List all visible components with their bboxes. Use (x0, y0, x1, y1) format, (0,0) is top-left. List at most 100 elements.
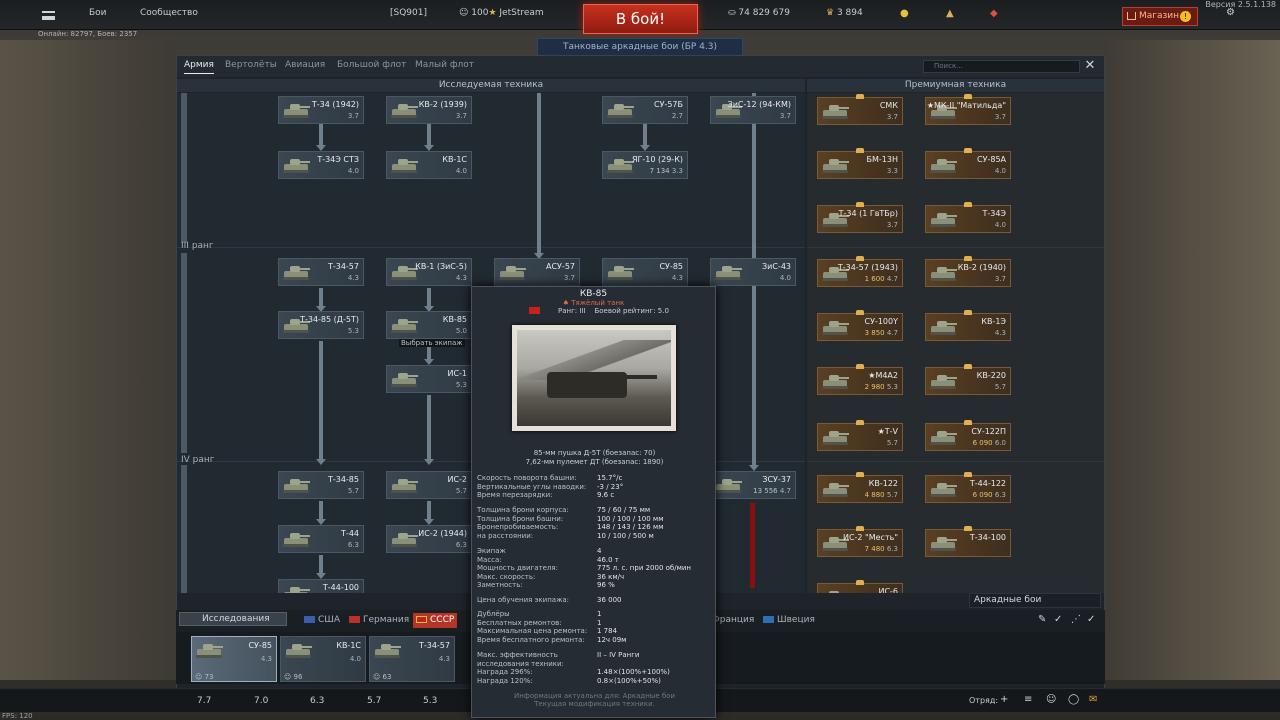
battles-menu[interactable]: Бои (89, 8, 107, 18)
vehicle-br: 5.7 (347, 487, 359, 495)
vehicle-card[interactable]: СУ-85 4.3 (602, 258, 688, 286)
vehicle-card[interactable]: Т-34-57 4.3 (278, 258, 364, 286)
community-menu[interactable]: Сообщество (140, 8, 198, 18)
crew-slot[interactable]: КВ-1С 4.0 ☺ 96 (280, 636, 366, 682)
premium-crown-icon (856, 148, 864, 153)
vehicle-name: ЯГ-10 (29-К) (631, 155, 683, 164)
list-icon[interactable]: ≡ (1024, 694, 1032, 705)
lightbulb-icon[interactable]: ● (900, 8, 909, 19)
vehicle-card[interactable]: ЗиС-43 4.0 (710, 258, 796, 286)
vehicle-card[interactable]: КВ-220 5.7 (925, 367, 1011, 395)
repair-all-icon[interactable]: ⋰ (1071, 614, 1081, 625)
rewards-icon[interactable]: ▲ (946, 8, 954, 19)
premium-crown-icon (856, 420, 864, 425)
vehicle-card[interactable]: Т-34Э СТЗ 4.0 (278, 151, 364, 179)
vehicle-card[interactable]: СУ-57Б 2.7 (602, 96, 688, 124)
battle-button[interactable]: В бой! (583, 4, 698, 34)
vehicle-card[interactable]: ЗСУ-37 13 556 4.7 (710, 471, 796, 499)
tab-coastal-fleet[interactable]: Малый флот (415, 60, 474, 70)
vehicle-card[interactable]: КВ-85 5.0 (386, 311, 472, 339)
chat-icon[interactable]: ◯ (1068, 694, 1079, 705)
tooltip-stat-row: Максимальная цена ремонта: 1 784 (477, 627, 618, 635)
premium-crown-icon (964, 94, 972, 99)
close-icon[interactable]: ✕ (1083, 59, 1097, 73)
vehicle-card[interactable]: ЯГ-10 (29-К) 7 134 3.3 (602, 151, 688, 179)
tank-icon (390, 530, 418, 548)
vehicle-card[interactable]: АСУ-57 3.7 (494, 258, 580, 286)
tab-bluewater-fleet[interactable]: Большой флот (337, 60, 406, 70)
game-mode-select[interactable]: Аркадные бои (969, 593, 1101, 608)
category-tabs: Армия Вертолёты Авиация Большой флот Мал… (177, 56, 1104, 77)
gold-eagle-icon: ♛ (826, 8, 837, 18)
vehicle-card[interactable]: ИС-2 "Месть" 7 480 6.3 (817, 529, 903, 557)
premium-crown-icon (856, 256, 864, 261)
tank-icon (714, 263, 742, 281)
tab-aviation[interactable]: Авиация (285, 60, 325, 70)
vehicle-card[interactable]: Т-44-100 (278, 579, 364, 593)
vehicle-card[interactable]: ★Т-V 5.7 (817, 423, 903, 451)
check-icon[interactable]: ✓ (1054, 614, 1062, 625)
crew-slot[interactable]: СУ-85 4.3 ☺ 73 (191, 636, 277, 682)
vehicle-card[interactable]: Т-44 6.3 (278, 525, 364, 553)
vehicle-br: 5.7 (994, 383, 1006, 391)
shop-button[interactable]: Магазин! (1122, 7, 1198, 26)
coupon-icon[interactable]: ◆ (990, 8, 998, 19)
gold-balance[interactable]: ♛ 3 894 (826, 8, 863, 18)
mail-icon[interactable]: ✉ (1089, 694, 1097, 705)
vehicle-br: 5.3 (347, 327, 359, 335)
vehicle-card[interactable]: Т-34-100 (925, 529, 1011, 557)
vehicle-card[interactable]: ИС-2 5.7 (386, 471, 472, 499)
hamburger-icon[interactable] (42, 11, 55, 20)
friends-icon[interactable]: ☺ (1046, 694, 1056, 705)
vehicle-card[interactable]: ★М4А2 2 980 5.3 (817, 367, 903, 395)
vehicle-name: КВ-1Э (981, 317, 1006, 326)
research-button[interactable]: Исследования (179, 612, 287, 626)
add-squad-icon[interactable]: + (1000, 694, 1008, 705)
vehicle-card[interactable]: Т-34-85 (Д-5Т) 5.3 (278, 311, 364, 339)
vehicle-card[interactable]: КВ-2 (1939) 3.7 (386, 96, 472, 124)
vehicle-card[interactable]: Т-44-122 6 090 6.3 (925, 475, 1011, 503)
tooltip-research-rewards: Макс. эффективность исследования техники… (477, 651, 712, 685)
vehicle-card[interactable]: ИС-2 (1944) 6.3 (386, 525, 472, 553)
vehicle-card[interactable]: ★МК-II "Матильда" 3.7 (925, 97, 1011, 125)
vehicle-card[interactable]: Т-34-57 (1943) 1 600 4.7 (817, 259, 903, 287)
nation-france[interactable]: Франция (712, 615, 754, 625)
vehicle-card[interactable]: КВ-1Э 4.3 (925, 313, 1011, 341)
vehicle-card[interactable]: СУ-85А 4.0 (925, 151, 1011, 179)
tooltip-stat-row: Макс. эффективность исследования техники… (477, 651, 640, 668)
search-input[interactable]: Поиск... (923, 60, 1080, 73)
tab-helicopters[interactable]: Вертолёты (225, 60, 277, 70)
squadron-tag[interactable]: [SQ901] (390, 8, 427, 18)
vehicle-name: КВ-220 (976, 371, 1006, 380)
nation-germany[interactable]: Германия (349, 615, 409, 625)
vehicle-card[interactable]: КВ-122 4 880 5.7 (817, 475, 903, 503)
vehicle-tooltip: КВ-85 ♠ Тяжёлый танк Ранг: III Боевой ре… (471, 286, 716, 718)
vehicle-card[interactable]: КВ-2 (1940) 3.7 (925, 259, 1011, 287)
vehicle-card[interactable]: СУ-122П 6 090 6.0 (925, 423, 1011, 451)
premium-crown-icon (964, 256, 972, 261)
tank-icon (390, 370, 418, 388)
vehicle-card[interactable]: ЗиС-12 (94-КМ) 3.7 (710, 96, 796, 124)
tab-army[interactable]: Армия (184, 60, 214, 74)
vehicle-card[interactable]: КВ-1 (ЗиС-5) 4.3 (386, 258, 472, 286)
game-mode-label[interactable]: Танковые аркадные бои (БР 4.3) (537, 38, 743, 56)
vehicle-card[interactable]: БМ-13Н 3.3 (817, 151, 903, 179)
vehicle-card[interactable]: СМК 3.7 (817, 97, 903, 125)
tooltip-stat-row: Вертикальные углы наводки: -3 / 23° (477, 482, 624, 491)
vehicle-card[interactable]: Т-34 (1942) 3.7 (278, 96, 364, 124)
nation-sweden[interactable]: Швеция (763, 615, 815, 625)
vehicle-card[interactable]: Т-34 (1 ГвТБр) 3.7 (817, 205, 903, 233)
player-profile[interactable]: ☺ 100★ JetStream (459, 8, 544, 18)
silver-balance[interactable]: ⛀ 74 829 679 (728, 8, 790, 18)
nation-usa[interactable]: США (304, 615, 340, 625)
wrench-icon[interactable]: ✎ (1038, 614, 1046, 625)
vehicle-card[interactable]: СУ-100Y 3 850 4.7 (817, 313, 903, 341)
vehicle-card[interactable]: Т-34-85 5.7 (278, 471, 364, 499)
confirm-icon[interactable]: ✓ (1087, 614, 1095, 625)
vehicle-card[interactable]: КВ-1С 4.0 (386, 151, 472, 179)
tank-icon (284, 641, 312, 659)
vehicle-card[interactable]: ИС-1 5.3 (386, 365, 472, 393)
crew-slot[interactable]: Т-34-57 4.3 ☺ 63 (369, 636, 455, 682)
nation-ussr[interactable]: СССР (413, 613, 458, 628)
vehicle-card[interactable]: Т-34Э 4.0 (925, 205, 1011, 233)
